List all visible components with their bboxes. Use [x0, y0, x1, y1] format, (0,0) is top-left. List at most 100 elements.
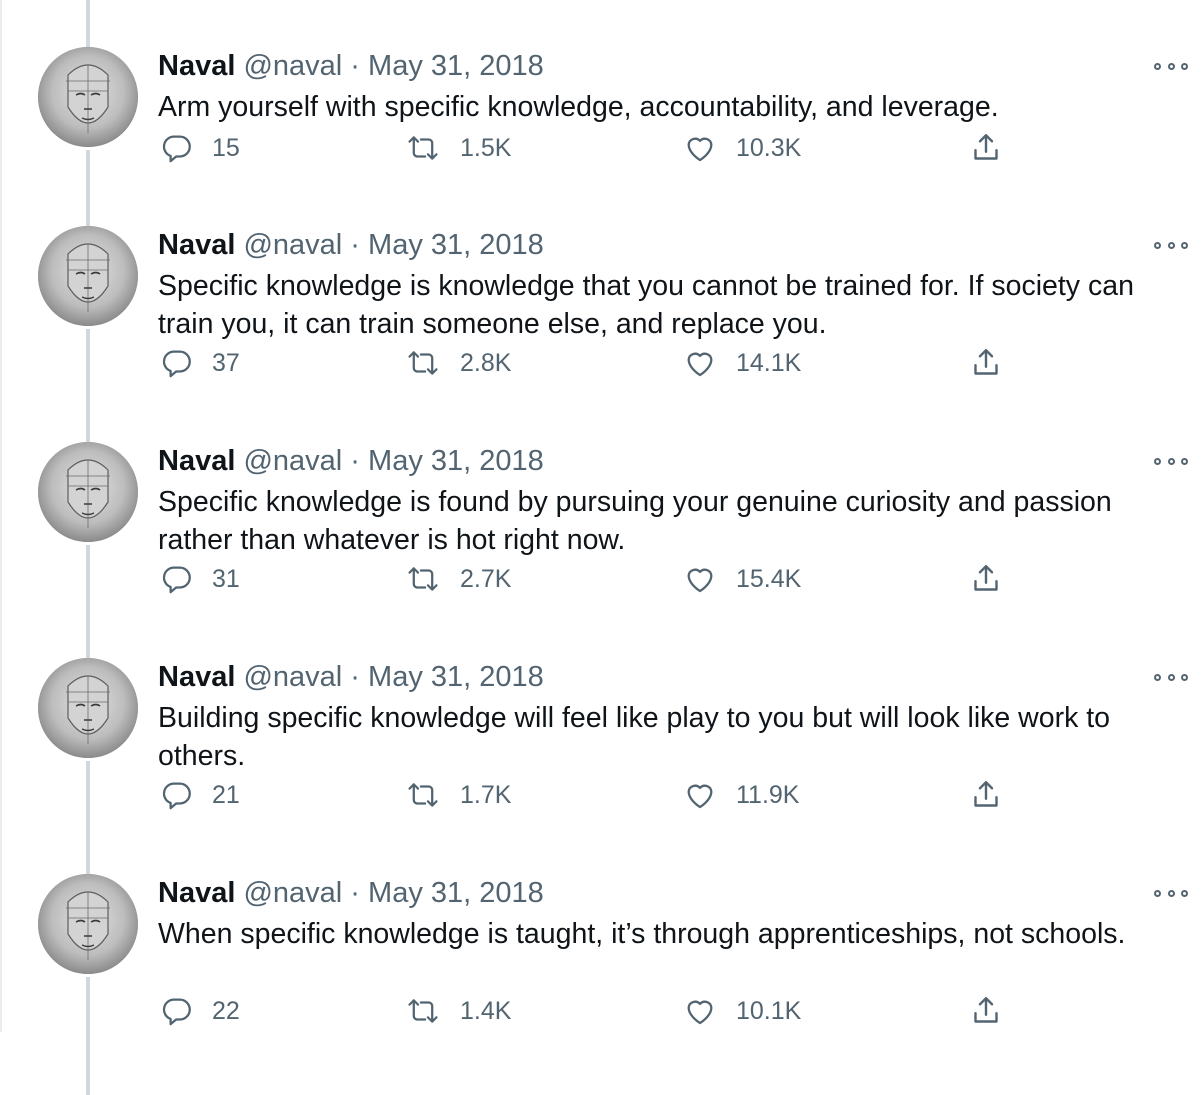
tweet-actions: 22 1.4K 10.1K: [0, 991, 1202, 1031]
thread-connector: [86, 596, 90, 658]
more-options-icon[interactable]: [1154, 451, 1188, 471]
tweet-date[interactable]: May 31, 2018: [368, 661, 544, 693]
author-handle[interactable]: @naval: [243, 50, 342, 82]
author-name[interactable]: Naval: [158, 229, 235, 261]
tweet-header: Naval @naval · May 31, 2018: [158, 440, 544, 482]
reply-icon: [160, 346, 194, 380]
reply-icon: [160, 131, 194, 165]
reply-button[interactable]: 15: [160, 128, 240, 168]
share-icon: [968, 345, 1004, 381]
tweet-date[interactable]: May 31, 2018: [368, 50, 544, 82]
avatar[interactable]: [38, 442, 138, 542]
author-handle[interactable]: @naval: [243, 661, 342, 693]
reply-count: 15: [212, 133, 240, 162]
share-icon: [968, 130, 1004, 166]
author-name[interactable]: Naval: [158, 877, 235, 909]
retweet-button[interactable]: 2.8K: [404, 343, 511, 383]
retweet-button[interactable]: 1.4K: [404, 991, 511, 1031]
thread-connector: [86, 0, 90, 47]
share-button[interactable]: [968, 128, 1004, 168]
author-handle[interactable]: @naval: [243, 229, 342, 261]
reply-count: 31: [212, 564, 240, 593]
author-name[interactable]: Naval: [158, 445, 235, 477]
tweet-text: Building specific knowledge will feel li…: [158, 702, 1111, 772]
thread-connector: [86, 812, 90, 874]
reply-button[interactable]: 21: [160, 775, 240, 815]
tweet-actions: 15 1.5K 10.3K: [0, 128, 1202, 168]
retweet-icon: [404, 562, 442, 596]
tweet-date[interactable]: May 31, 2018: [368, 445, 544, 477]
like-button[interactable]: 10.1K: [682, 991, 801, 1031]
tweet-thread: Naval @naval · May 31, 2018 Arm yourself…: [0, 0, 1202, 1095]
tweet-actions: 31 2.7K 15.4K: [0, 559, 1202, 599]
reply-count: 22: [212, 996, 240, 1025]
tweet-date[interactable]: May 31, 2018: [368, 229, 544, 261]
heart-icon: [682, 346, 718, 380]
like-count: 11.9K: [736, 780, 800, 809]
like-count: 10.1K: [736, 996, 802, 1025]
tweet-header: Naval @naval · May 31, 2018: [158, 656, 544, 698]
more-options-icon[interactable]: [1154, 667, 1188, 687]
more-options-icon[interactable]: [1154, 235, 1188, 255]
like-button[interactable]: 11.9K: [682, 775, 799, 815]
retweet-icon: [404, 994, 442, 1028]
author-handle[interactable]: @naval: [243, 445, 342, 477]
heart-icon: [682, 994, 718, 1028]
thread-connector: [86, 380, 90, 442]
reply-count: 37: [212, 348, 240, 377]
tweet[interactable]: Naval @naval · May 31, 2018 Specific kno…: [0, 164, 1202, 447]
tweet-actions: 37 2.8K 14.1K: [0, 343, 1202, 383]
tweet-header: Naval @naval · May 31, 2018: [158, 872, 544, 914]
header-separator: ·: [350, 877, 360, 909]
reply-button[interactable]: 22: [160, 991, 240, 1031]
retweet-count: 2.7K: [460, 564, 512, 593]
retweet-button[interactable]: 2.7K: [404, 559, 511, 599]
retweet-icon: [404, 346, 442, 380]
retweet-count: 2.8K: [460, 348, 512, 377]
tweet-text: Specific knowledge is knowledge that you…: [158, 270, 1134, 340]
share-icon: [968, 561, 1004, 597]
reply-button[interactable]: 37: [160, 343, 240, 383]
more-options-icon[interactable]: [1154, 56, 1188, 76]
author-name[interactable]: Naval: [158, 50, 235, 82]
avatar[interactable]: [38, 226, 138, 326]
more-options-icon[interactable]: [1154, 883, 1188, 903]
like-count: 15.4K: [736, 564, 802, 593]
reply-icon: [160, 778, 194, 812]
tweet[interactable]: Naval @naval · May 31, 2018 Building spe…: [0, 596, 1202, 879]
retweet-count: 1.5K: [460, 133, 512, 162]
tweet-date[interactable]: May 31, 2018: [368, 877, 544, 909]
tweet-header: Naval @naval · May 31, 2018: [158, 45, 544, 87]
avatar[interactable]: [38, 658, 138, 758]
retweet-icon: [404, 131, 442, 165]
retweet-button[interactable]: 1.5K: [404, 128, 511, 168]
reply-icon: [160, 562, 194, 596]
header-separator: ·: [350, 50, 360, 82]
share-button[interactable]: [968, 991, 1004, 1031]
header-separator: ·: [350, 229, 360, 261]
author-handle[interactable]: @naval: [243, 877, 342, 909]
retweet-count: 1.4K: [460, 996, 512, 1025]
heart-icon: [682, 778, 718, 812]
share-button[interactable]: [968, 775, 1004, 815]
like-button[interactable]: 10.3K: [682, 128, 801, 168]
retweet-button[interactable]: 1.7K: [404, 775, 511, 815]
share-button[interactable]: [968, 343, 1004, 383]
tweet-text: Specific knowledge is found by pursuing …: [158, 486, 1112, 556]
like-button[interactable]: 15.4K: [682, 559, 801, 599]
avatar[interactable]: [38, 874, 138, 974]
share-button[interactable]: [968, 559, 1004, 599]
like-count: 10.3K: [736, 133, 802, 162]
reply-button[interactable]: 31: [160, 559, 240, 599]
tweet-actions: 21 1.7K 11.9K: [0, 775, 1202, 815]
author-name[interactable]: Naval: [158, 661, 235, 693]
header-separator: ·: [350, 445, 360, 477]
retweet-count: 1.7K: [460, 780, 512, 809]
like-button[interactable]: 14.1K: [682, 343, 801, 383]
reply-icon: [160, 994, 194, 1028]
heart-icon: [682, 131, 718, 165]
retweet-icon: [404, 778, 442, 812]
share-icon: [968, 777, 1004, 813]
tweet[interactable]: Naval @naval · May 31, 2018 Specific kno…: [0, 380, 1202, 663]
tweet[interactable]: Naval @naval · May 31, 2018 When specifi…: [0, 812, 1202, 1095]
